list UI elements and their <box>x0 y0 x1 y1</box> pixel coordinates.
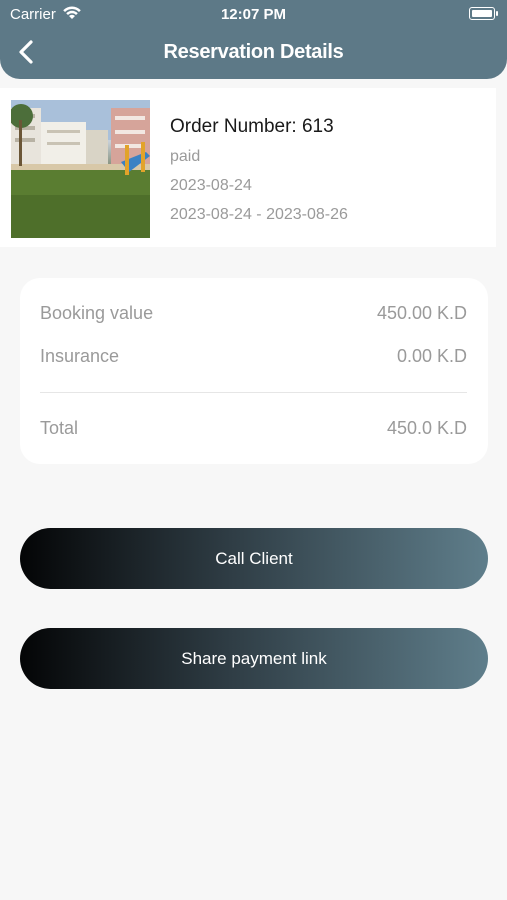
navigation-header: Carrier 12:07 PM Reservation Details <box>0 0 507 79</box>
divider <box>40 392 467 393</box>
total-amount: 450.0 K.D <box>386 418 467 438</box>
page-title: Reservation Details <box>163 41 344 63</box>
call-client-button[interactable]: Call Client <box>20 528 488 589</box>
booking-value-label: Booking value <box>40 303 154 323</box>
booking-value-amount: 450.00 K.D <box>376 303 467 323</box>
battery-icon <box>469 7 498 20</box>
order-date: 2023-08-24 <box>170 177 252 194</box>
order-card: Order Number: 613 paid 2023-08-24 2023-0… <box>0 88 496 247</box>
order-number: Order Number: 613 <box>170 116 334 137</box>
clock: 12:07 PM <box>220 6 287 23</box>
price-summary-card: Booking value 450.00 K.D Insurance 0.00 … <box>20 278 488 464</box>
reservation-date-range: 2023-08-24 - 2023-08-26 <box>170 206 348 223</box>
insurance-amount: 0.00 K.D <box>396 346 467 366</box>
total-label: Total <box>40 418 79 438</box>
status-bar: Carrier 12:07 PM <box>0 0 507 28</box>
venue-photo <box>11 100 150 238</box>
payment-status: paid <box>170 148 201 165</box>
share-payment-link-button[interactable]: Share payment link <box>20 628 488 689</box>
insurance-label: Insurance <box>40 346 120 366</box>
